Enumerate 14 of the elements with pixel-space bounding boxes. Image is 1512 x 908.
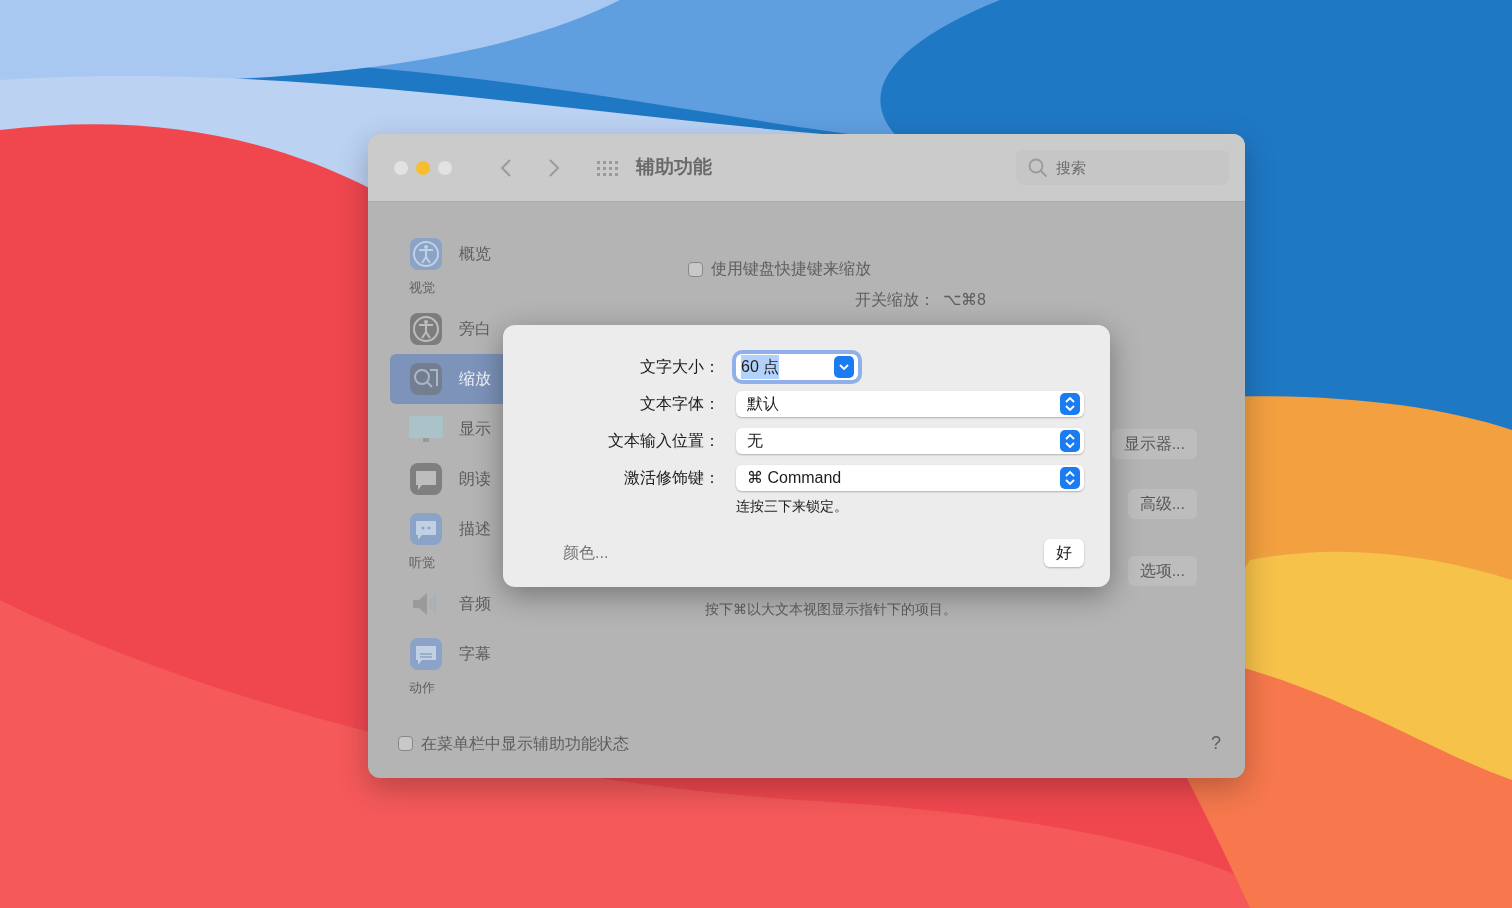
shortcut-keys: ⌥⌘8	[943, 289, 986, 311]
section-label: 视觉	[409, 278, 435, 297]
section-label: 动作	[409, 678, 435, 697]
field-label: 文本字体：	[639, 393, 720, 414]
window-title: 辅助功能	[636, 155, 712, 180]
field-label: 文字大小：	[639, 357, 720, 377]
hint-text: 按下⌘以大文本视图显示指针下的项目。	[705, 600, 958, 619]
checkbox-label: 使用键盘快捷键来缩放	[711, 259, 871, 279]
field-label: 文本输入位置：	[607, 430, 720, 451]
checkbox-label: 在菜单栏中显示辅助功能状态	[421, 733, 629, 754]
hint-text: 连按三下来锁定。	[736, 497, 849, 516]
field-label: 激活修饰键：	[623, 467, 720, 488]
section-label: 听觉	[409, 553, 435, 572]
shortcut-label: 开关缩放：	[854, 290, 935, 310]
